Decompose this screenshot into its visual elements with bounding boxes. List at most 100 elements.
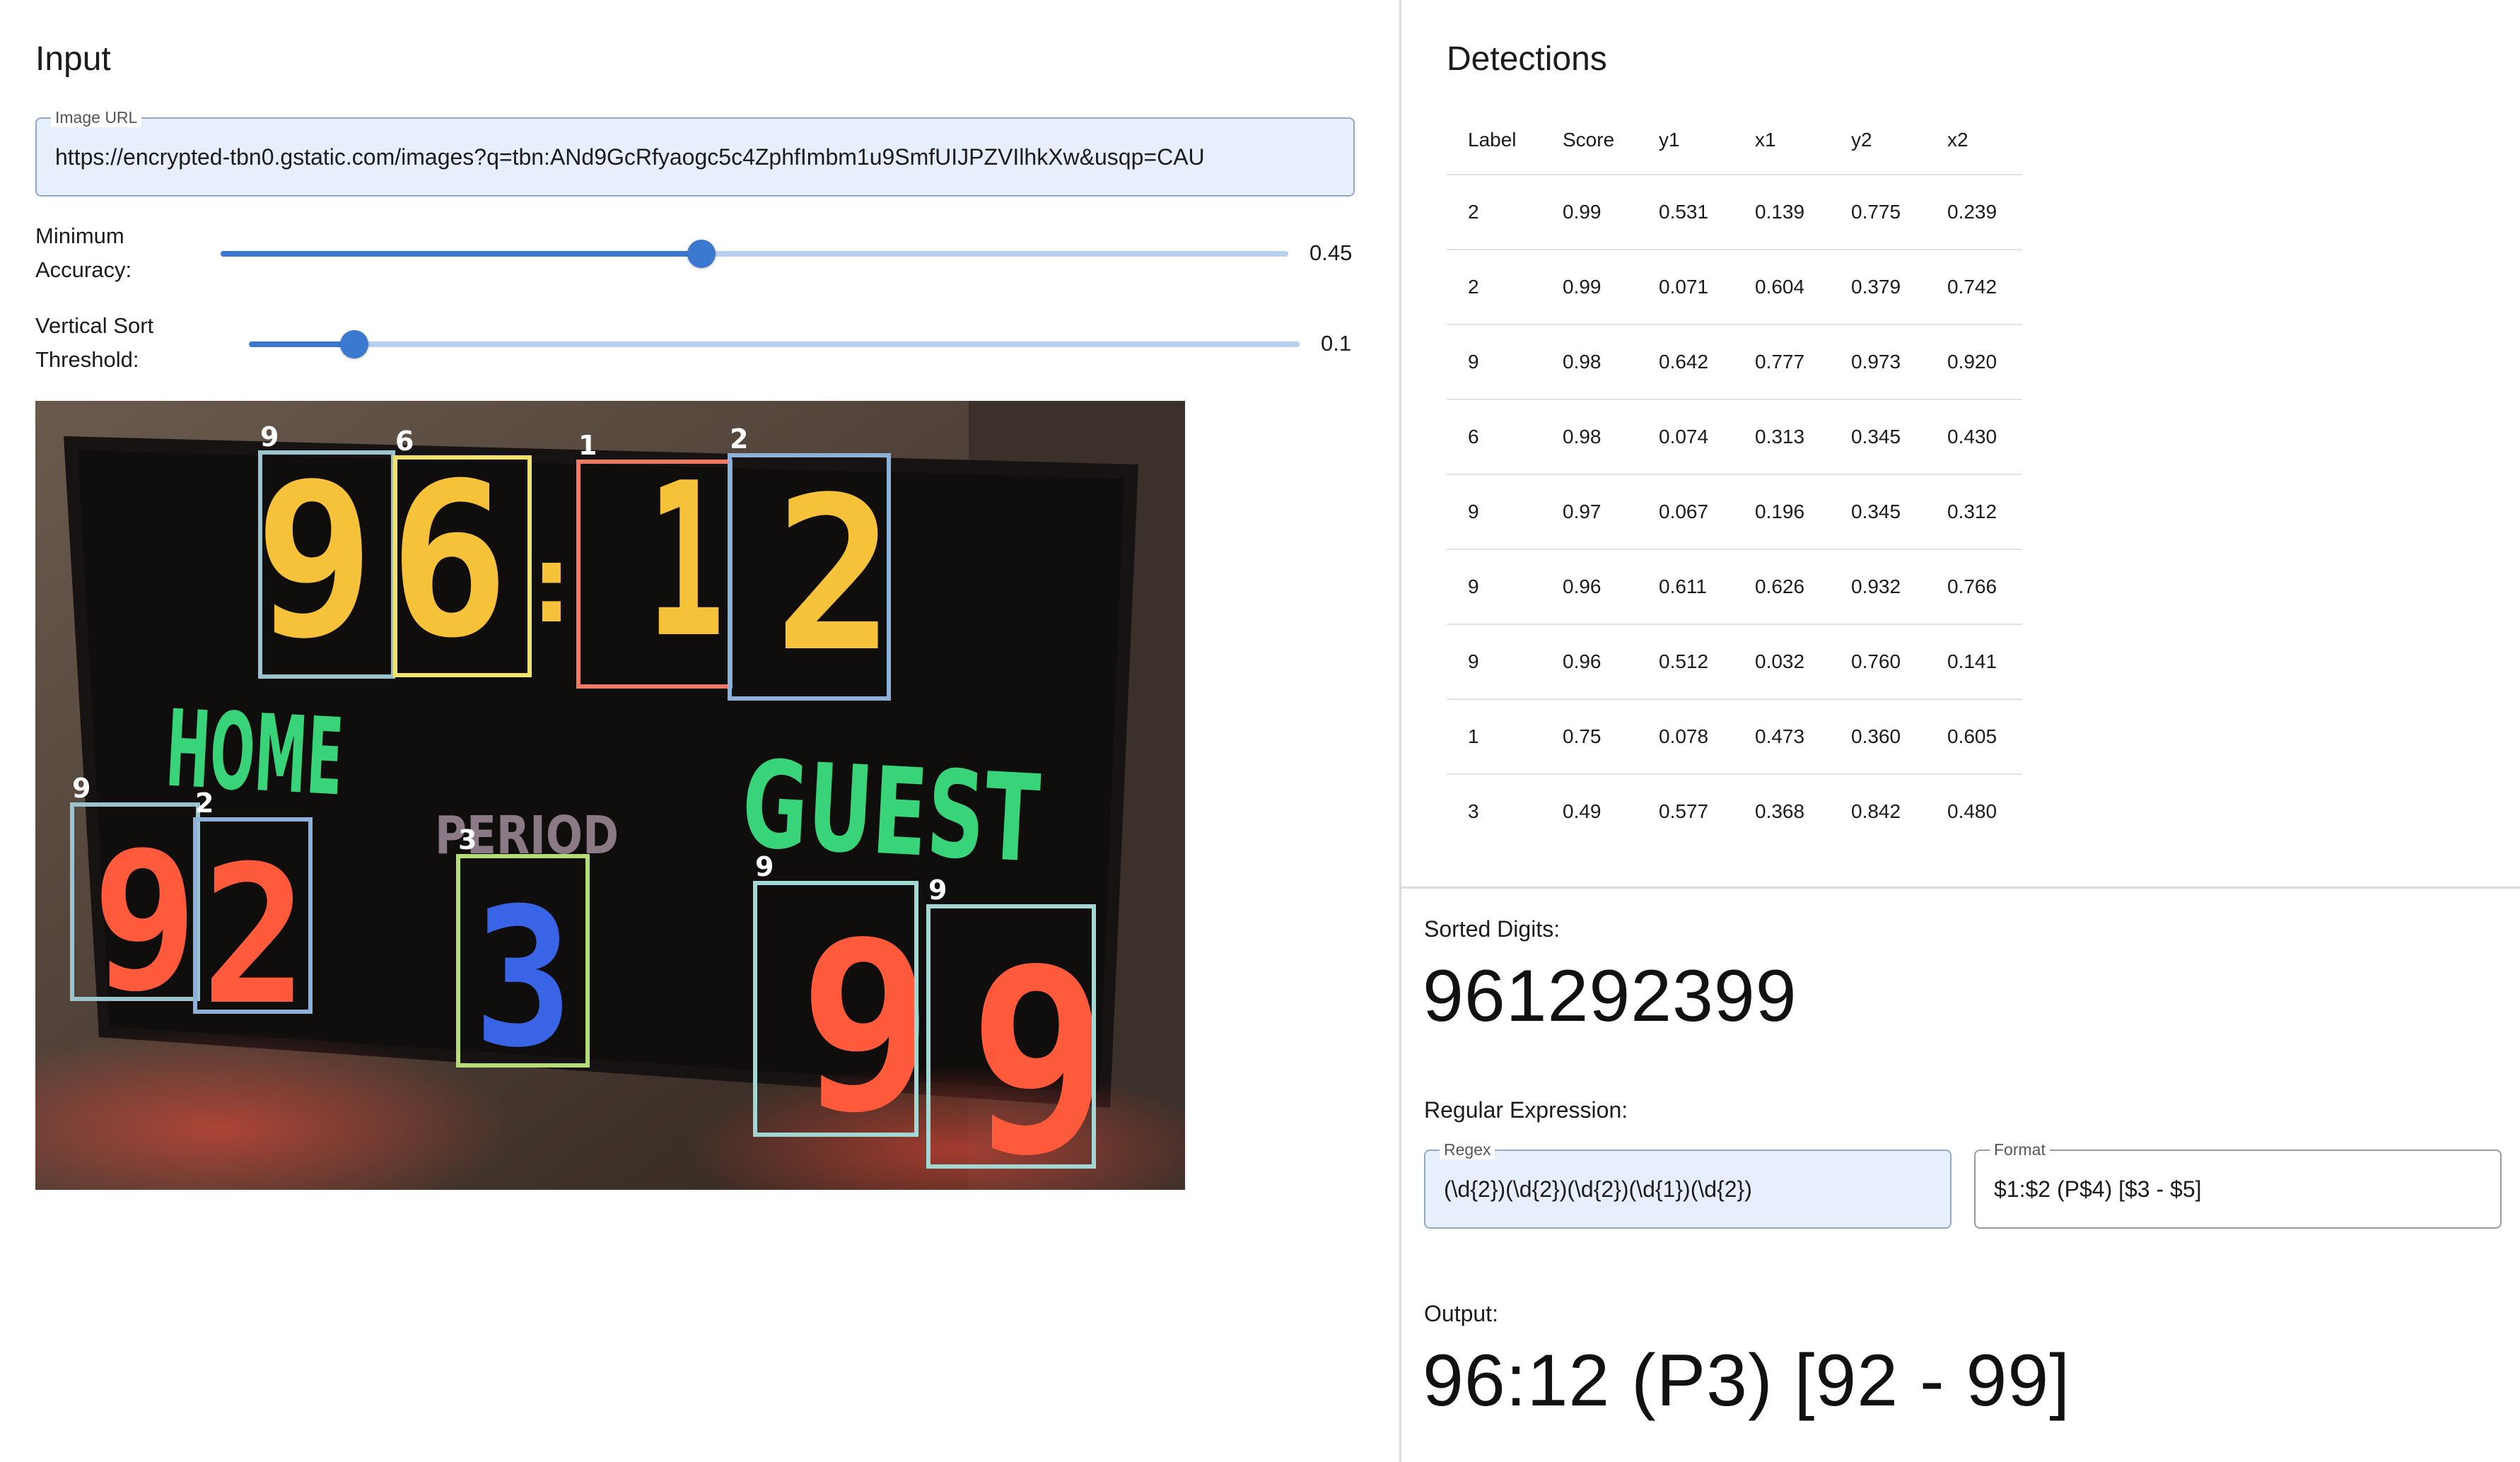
table-row: 9 0.96 0.512 0.032 0.760 0.141 bbox=[1447, 624, 2022, 699]
format-field-value: $1:$2 (P$4) [$3 - $5] bbox=[1994, 1176, 2202, 1202]
detection-box-label: 9 bbox=[755, 851, 774, 882]
table-cell: 0.430 bbox=[1926, 399, 2022, 474]
output-value: 96:12 (P3) [92 - 99] bbox=[1423, 1340, 2071, 1422]
table-row: 9 0.97 0.067 0.196 0.345 0.312 bbox=[1447, 474, 2022, 549]
table-row: 2 0.99 0.071 0.604 0.379 0.742 bbox=[1447, 249, 2022, 324]
table-cell: 0.99 bbox=[1541, 174, 1638, 250]
table-cell: 0.605 bbox=[1926, 698, 2022, 774]
table-cell: 2 bbox=[1447, 174, 1541, 250]
table-cell: 0.071 bbox=[1638, 249, 1734, 324]
table-cell: 0.531 bbox=[1638, 174, 1734, 250]
table-cell: 0.842 bbox=[1830, 773, 1926, 848]
detection-box-label: 3 bbox=[458, 824, 477, 855]
input-image: 9 6 : 1 2 9 2 3 9 9 HOME GUEST PERIOD bbox=[35, 401, 1185, 1190]
table-cell: 0.920 bbox=[1926, 324, 2022, 399]
regex-field-value: (\d{2})(\d{2})(\d{2})(\d{1})(\d{2}) bbox=[1444, 1176, 1752, 1202]
detection-box-label: 1 bbox=[578, 430, 597, 461]
table-cell: 0.96 bbox=[1541, 549, 1638, 624]
table-cell: 0.766 bbox=[1926, 549, 2022, 624]
table-cell: 0.775 bbox=[1830, 174, 1926, 250]
scoreboard-digit: 3 bbox=[474, 867, 573, 1089]
scoreboard-digit: 2 bbox=[774, 452, 894, 698]
table-cell: 0.473 bbox=[1734, 698, 1830, 774]
column-header: y2 bbox=[1851, 129, 1872, 151]
vertical-sort-slider-fill bbox=[249, 341, 354, 347]
scoreboard-digit: 1 bbox=[647, 438, 725, 684]
sorted-digits-label: Sorted Digits: bbox=[1424, 916, 1561, 942]
table-row: 2 0.99 0.531 0.139 0.775 0.239 bbox=[1447, 174, 2022, 250]
table-cell: 0.973 bbox=[1830, 324, 1926, 399]
min-accuracy-slider-fill bbox=[221, 251, 701, 257]
table-cell: 0.480 bbox=[1926, 773, 2022, 848]
image-url-field[interactable]: Image URL https://encrypted-tbn0.gstatic… bbox=[35, 107, 1355, 197]
table-row: 9 0.98 0.642 0.777 0.973 0.920 bbox=[1447, 324, 2022, 399]
table-cell: 0.98 bbox=[1541, 399, 1638, 474]
detection-box-label: 9 bbox=[260, 421, 279, 452]
table-cell: 0.312 bbox=[1926, 474, 2022, 549]
table-cell: 0.074 bbox=[1638, 399, 1734, 474]
table-cell: 9 bbox=[1447, 324, 1541, 399]
table-cell: 2 bbox=[1447, 249, 1541, 324]
table-cell: 0.626 bbox=[1734, 549, 1830, 624]
table-cell: 0.604 bbox=[1734, 249, 1830, 324]
column-header: x1 bbox=[1755, 129, 1776, 151]
min-accuracy-label: Minimum Accuracy: bbox=[35, 223, 132, 282]
table-cell: 0.360 bbox=[1830, 698, 1926, 774]
regex-field[interactable]: Regex (\d{2})(\d{2})(\d{2})(\d{1})(\d{2}… bbox=[1424, 1140, 1952, 1229]
table-cell: 0.379 bbox=[1830, 249, 1926, 324]
detection-box-label: 9 bbox=[72, 773, 91, 804]
image-url-value: https://encrypted-tbn0.gstatic.com/image… bbox=[55, 144, 1205, 170]
table-cell: 3 bbox=[1447, 773, 1541, 848]
table-row: 1 0.75 0.078 0.473 0.360 0.605 bbox=[1447, 698, 2022, 774]
vertical-sort-value: 0.1 bbox=[1321, 331, 1352, 356]
table-cell: 0.512 bbox=[1638, 624, 1734, 699]
table-cell: 0.98 bbox=[1541, 324, 1638, 399]
scoreboard-digit: 9 bbox=[799, 891, 933, 1163]
column-header: y1 bbox=[1659, 129, 1680, 151]
table-cell: 0.368 bbox=[1734, 773, 1830, 848]
table-cell: 0.078 bbox=[1638, 698, 1734, 774]
table-cell: 9 bbox=[1447, 474, 1541, 549]
table-cell: 0.196 bbox=[1734, 474, 1830, 549]
table-cell: 0.611 bbox=[1638, 549, 1734, 624]
vertical-sort-slider-thumb[interactable] bbox=[339, 330, 368, 358]
table-cell: 0.032 bbox=[1734, 624, 1830, 699]
table-cell: 0.75 bbox=[1541, 698, 1638, 774]
table-row: 9 0.96 0.611 0.626 0.932 0.766 bbox=[1447, 549, 2022, 624]
table-cell: 0.345 bbox=[1830, 474, 1926, 549]
input-panel: Input Image URL https://encrypted-tbn0.g… bbox=[0, 0, 1400, 1462]
table-cell: 1 bbox=[1447, 698, 1541, 774]
table-row: 6 0.98 0.074 0.313 0.345 0.430 bbox=[1447, 399, 2022, 474]
scoreboard-digit: 6 bbox=[389, 438, 509, 684]
table-cell: 0.49 bbox=[1541, 773, 1638, 848]
vertical-sort-slider[interactable] bbox=[249, 330, 1300, 358]
detections-panel: Detections Label Score y1 x1 y2 x2 2 0.9… bbox=[1401, 0, 2520, 1462]
detection-box-label: 9 bbox=[928, 875, 947, 906]
format-field[interactable]: Format $1:$2 (P$4) [$3 - $5] bbox=[1974, 1140, 2502, 1229]
table-cell: 0.932 bbox=[1830, 549, 1926, 624]
table-row: 3 0.49 0.577 0.368 0.842 0.480 bbox=[1447, 773, 2022, 848]
table-header-row: Label Score y1 x1 y2 x2 bbox=[1447, 106, 2022, 175]
scoreboard-digit: 9 bbox=[255, 438, 375, 684]
table-cell: 0.777 bbox=[1734, 324, 1830, 399]
column-header: Score bbox=[1563, 129, 1615, 151]
table-cell: 0.642 bbox=[1638, 324, 1734, 399]
vertical-sort-label: Vertical Sort Threshold: bbox=[35, 313, 154, 372]
output-label: Output: bbox=[1424, 1301, 1498, 1326]
home-label: HOME bbox=[163, 688, 346, 820]
table-cell: 0.067 bbox=[1638, 474, 1734, 549]
sorted-digits-value: 961292399 bbox=[1423, 955, 1797, 1037]
table-cell: 0.239 bbox=[1926, 174, 2022, 250]
detections-title: Detections bbox=[1447, 40, 1607, 78]
min-accuracy-value: 0.45 bbox=[1309, 240, 1353, 265]
detection-box-label: 2 bbox=[730, 423, 748, 455]
min-accuracy-slider-thumb[interactable] bbox=[687, 240, 716, 268]
input-title: Input bbox=[35, 40, 111, 78]
table-cell: 0.139 bbox=[1734, 174, 1830, 250]
regex-section-label: Regular Expression: bbox=[1424, 1097, 1628, 1123]
table-cell: 9 bbox=[1447, 624, 1541, 699]
table-cell: 0.577 bbox=[1638, 773, 1734, 848]
min-accuracy-slider[interactable] bbox=[221, 240, 1288, 268]
scoreboard-digit: 9 bbox=[969, 914, 1110, 1190]
table-cell: 6 bbox=[1447, 399, 1541, 474]
